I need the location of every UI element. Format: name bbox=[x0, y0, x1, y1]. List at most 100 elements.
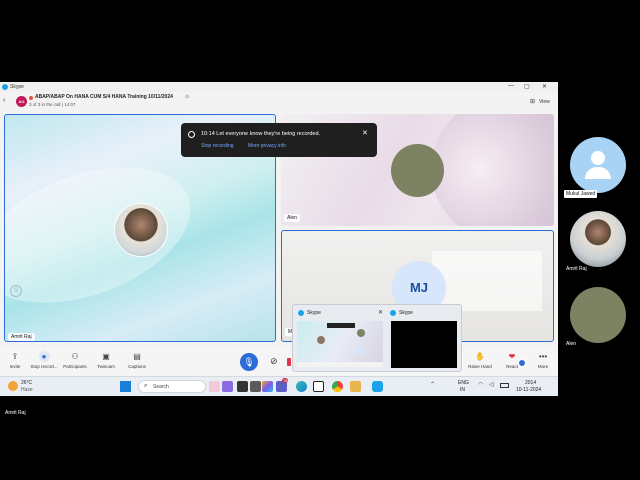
raise-hand-label: Raise Hand bbox=[468, 364, 492, 369]
app-title: Skype bbox=[10, 84, 24, 90]
skype-logo-icon bbox=[390, 310, 396, 316]
heart-icon: ❤ bbox=[508, 352, 516, 361]
close-button[interactable]: ✕ bbox=[542, 83, 547, 90]
camera-off-icon[interactable]: ⊘ bbox=[270, 356, 278, 367]
captions-label: Captions bbox=[128, 364, 146, 369]
notification-message: 10:14 Let everyone know they're being re… bbox=[201, 131, 321, 137]
edge-icon[interactable] bbox=[296, 381, 307, 392]
clock-time[interactable]: 2014 bbox=[525, 380, 536, 386]
invite-label: Invite bbox=[9, 364, 21, 369]
twincam-label: Twincam bbox=[97, 364, 115, 369]
taskbar-preview-popup: Skype ✕ Skype bbox=[292, 304, 462, 372]
room-background bbox=[432, 251, 542, 311]
more-icon: ••• bbox=[538, 352, 548, 361]
call-header: ‹ AO ABAP/ABAP On HANA CUM S/4 HANA Trai… bbox=[0, 92, 558, 112]
weather-temp: 26°C bbox=[21, 380, 33, 386]
participant-name: Alen bbox=[284, 214, 301, 222]
preview-window-2[interactable]: Skype bbox=[388, 308, 460, 370]
skype-logo-icon bbox=[298, 310, 304, 316]
side-participant-name: Amrit Raj bbox=[566, 266, 587, 272]
view-icon[interactable]: ⊞ bbox=[530, 98, 535, 105]
raise-hand-button[interactable]: ✋ Raise Hand bbox=[466, 350, 494, 374]
store-icon[interactable] bbox=[350, 381, 361, 392]
wave-decoration bbox=[431, 114, 554, 226]
end-call-button[interactable] bbox=[287, 358, 291, 366]
side-participant-name: Alen bbox=[566, 341, 577, 347]
volume-icon[interactable]: ◁ bbox=[489, 381, 494, 388]
share-icon: ⇪ bbox=[11, 352, 19, 361]
preview-title: Skype bbox=[399, 310, 413, 316]
call-toolbar: ⇪ Invite ● Stop record... ⚇ Participants… bbox=[0, 348, 558, 376]
wifi-icon[interactable]: ◠ bbox=[478, 381, 483, 388]
person-body-icon bbox=[585, 167, 611, 179]
participants-button[interactable]: ⚇ Participants bbox=[61, 350, 89, 374]
stop-recording-label: Stop record... bbox=[30, 364, 58, 369]
battery-icon[interactable] bbox=[500, 383, 509, 388]
teams-badge: 78 bbox=[282, 378, 289, 383]
twincam-button[interactable]: ▣ Twincam bbox=[92, 350, 120, 374]
mic-button[interactable]: 🎙 bbox=[240, 353, 258, 371]
notion-icon[interactable] bbox=[313, 381, 324, 392]
start-button[interactable] bbox=[120, 381, 131, 392]
side-participant-mukul[interactable] bbox=[570, 137, 626, 193]
avatar bbox=[391, 144, 444, 197]
view-button[interactable]: View bbox=[539, 99, 550, 105]
preview-thumbnail bbox=[297, 321, 383, 367]
preview-title: Skype bbox=[307, 310, 321, 316]
more-button[interactable]: ••• More bbox=[529, 350, 557, 374]
people-icon: ⚇ bbox=[71, 352, 79, 361]
invite-button[interactable]: ⇪ Invite bbox=[1, 350, 29, 374]
taskbar-search[interactable]: ⌕ Search bbox=[138, 380, 206, 393]
maximize-button[interactable]: ▢ bbox=[524, 83, 530, 90]
privacy-link[interactable]: More privacy info bbox=[248, 143, 286, 149]
language-top[interactable]: ENG bbox=[458, 380, 469, 386]
side-participant-name: Mukul Jawed bbox=[564, 190, 598, 198]
call-status: 3 of 3 in the call | 14:07 bbox=[29, 102, 76, 107]
more-label: More bbox=[537, 364, 549, 369]
hand-icon: ✋ bbox=[475, 352, 485, 361]
info-icon[interactable]: ⊙ bbox=[185, 94, 189, 100]
people-app-icon[interactable] bbox=[209, 381, 220, 392]
skype-logo-icon bbox=[2, 84, 8, 90]
participant-name: Amrit Raj bbox=[8, 333, 35, 341]
group-avatar: AO bbox=[16, 96, 27, 107]
avatar-thumb bbox=[317, 336, 325, 344]
notification-thumb bbox=[327, 323, 355, 328]
widgets-icon[interactable] bbox=[222, 381, 233, 392]
preview-window-1[interactable]: Skype ✕ bbox=[296, 308, 384, 370]
task-view-icon[interactable] bbox=[237, 381, 248, 392]
preview-thumbnail bbox=[391, 321, 457, 368]
minimize-button[interactable]: — bbox=[508, 83, 514, 89]
captions-icon: ▤ bbox=[133, 352, 141, 361]
stop-recording-link[interactable]: Stop recording bbox=[201, 143, 234, 149]
clock-date: 10-11-2024 bbox=[516, 387, 542, 393]
tray-chevron-icon[interactable]: ⌃ bbox=[430, 381, 435, 388]
toolbar-thumb bbox=[297, 362, 383, 367]
skype-taskbar-icon[interactable] bbox=[372, 381, 383, 392]
side-participant-amrit[interactable] bbox=[570, 211, 626, 267]
side-participant-alen[interactable] bbox=[570, 287, 626, 343]
stop-recording-button[interactable]: ● Stop record... bbox=[30, 350, 58, 374]
back-icon[interactable]: ‹ bbox=[3, 97, 5, 104]
explorer-icon[interactable] bbox=[250, 381, 261, 392]
avatar-thumb bbox=[357, 329, 365, 337]
avatar bbox=[114, 203, 168, 257]
twincam-icon: ▣ bbox=[102, 352, 110, 361]
weather-desc: Haze bbox=[21, 387, 33, 393]
react-edit-badge-icon bbox=[518, 359, 526, 367]
captions-button[interactable]: ▤ Captions bbox=[123, 350, 151, 374]
weather-icon[interactable] bbox=[8, 381, 18, 391]
presenter-name: Amrit Raj bbox=[5, 410, 26, 416]
skype-watermark-icon: S bbox=[10, 285, 22, 297]
participants-label: Participants bbox=[63, 364, 87, 369]
close-icon[interactable]: ✕ bbox=[378, 309, 383, 316]
chrome-icon[interactable] bbox=[332, 381, 343, 392]
windows-taskbar: 26°C Haze ⌕ Search 78 ⌃ ENG IN ◠ ◁ 2014 … bbox=[0, 376, 558, 396]
copilot-icon[interactable] bbox=[262, 381, 273, 392]
language-bottom: IN bbox=[460, 387, 465, 393]
info-icon bbox=[188, 131, 195, 138]
title-bar: Skype — ▢ ✕ bbox=[0, 82, 558, 92]
meeting-title: ABAP/ABAP On HANA CUM S/4 HANA Training … bbox=[35, 94, 173, 100]
close-icon[interactable]: ✕ bbox=[362, 129, 368, 137]
person-icon bbox=[591, 151, 605, 165]
